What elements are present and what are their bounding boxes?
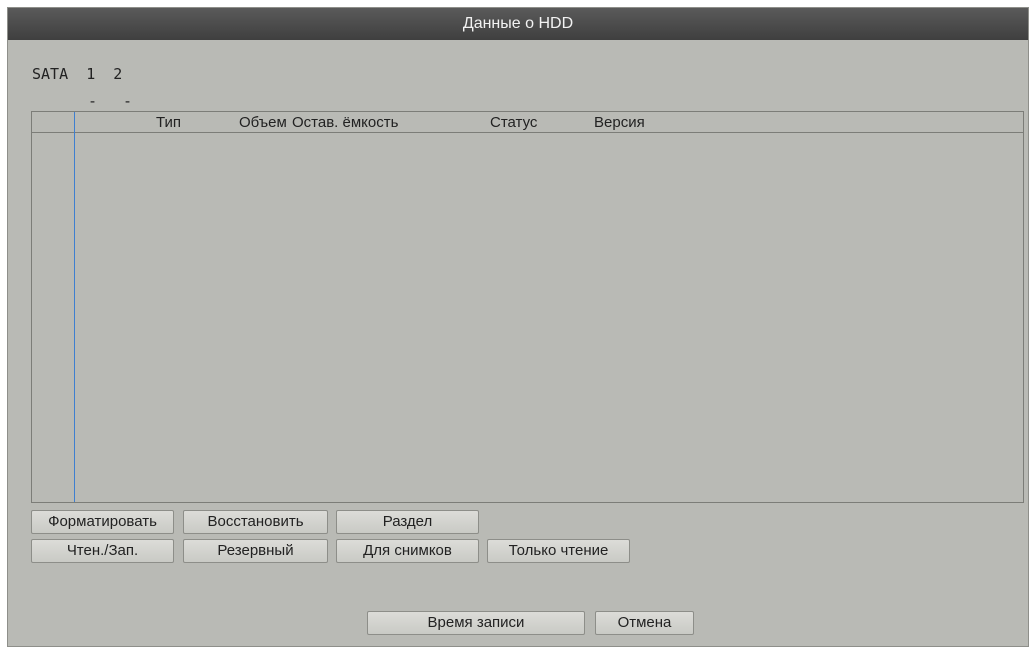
read-write-button[interactable]: Чтен./Зап. [31,539,174,563]
sata-port-2[interactable]: 2 [113,65,122,83]
sata-label-row: SATA 1 2 [32,65,122,83]
column-remaining: Остав. ёмкость [292,114,399,131]
snapshot-button[interactable]: Для снимков [336,539,479,563]
read-only-button[interactable]: Только чтение [487,539,630,563]
table-header: Тип Объем Остав. ёмкость Статус Версия [32,112,1023,133]
restore-button[interactable]: Восстановить [183,510,328,534]
sata-label: SATA [32,65,69,83]
dialog-title: Данные о HDD [8,8,1028,40]
sata-port-1[interactable]: 1 [86,65,95,83]
sata-port-1-status: - [88,92,98,110]
column-version: Версия [594,114,645,131]
hdd-table[interactable]: Тип Объем Остав. ёмкость Статус Версия [31,111,1024,503]
redundant-button[interactable]: Резервный [183,539,328,563]
column-divider [74,112,75,502]
partition-button[interactable]: Раздел [336,510,479,534]
column-capacity: Объем [239,114,287,131]
hdd-info-dialog: Данные о HDD SATA 1 2 - - Тип Объем Оста… [7,7,1029,647]
cancel-button[interactable]: Отмена [595,611,694,635]
record-time-button[interactable]: Время записи [367,611,585,635]
format-button[interactable]: Форматировать [31,510,174,534]
sata-port-2-status: - [123,92,133,110]
column-type: Тип [156,114,182,131]
column-status: Статус [490,114,538,131]
